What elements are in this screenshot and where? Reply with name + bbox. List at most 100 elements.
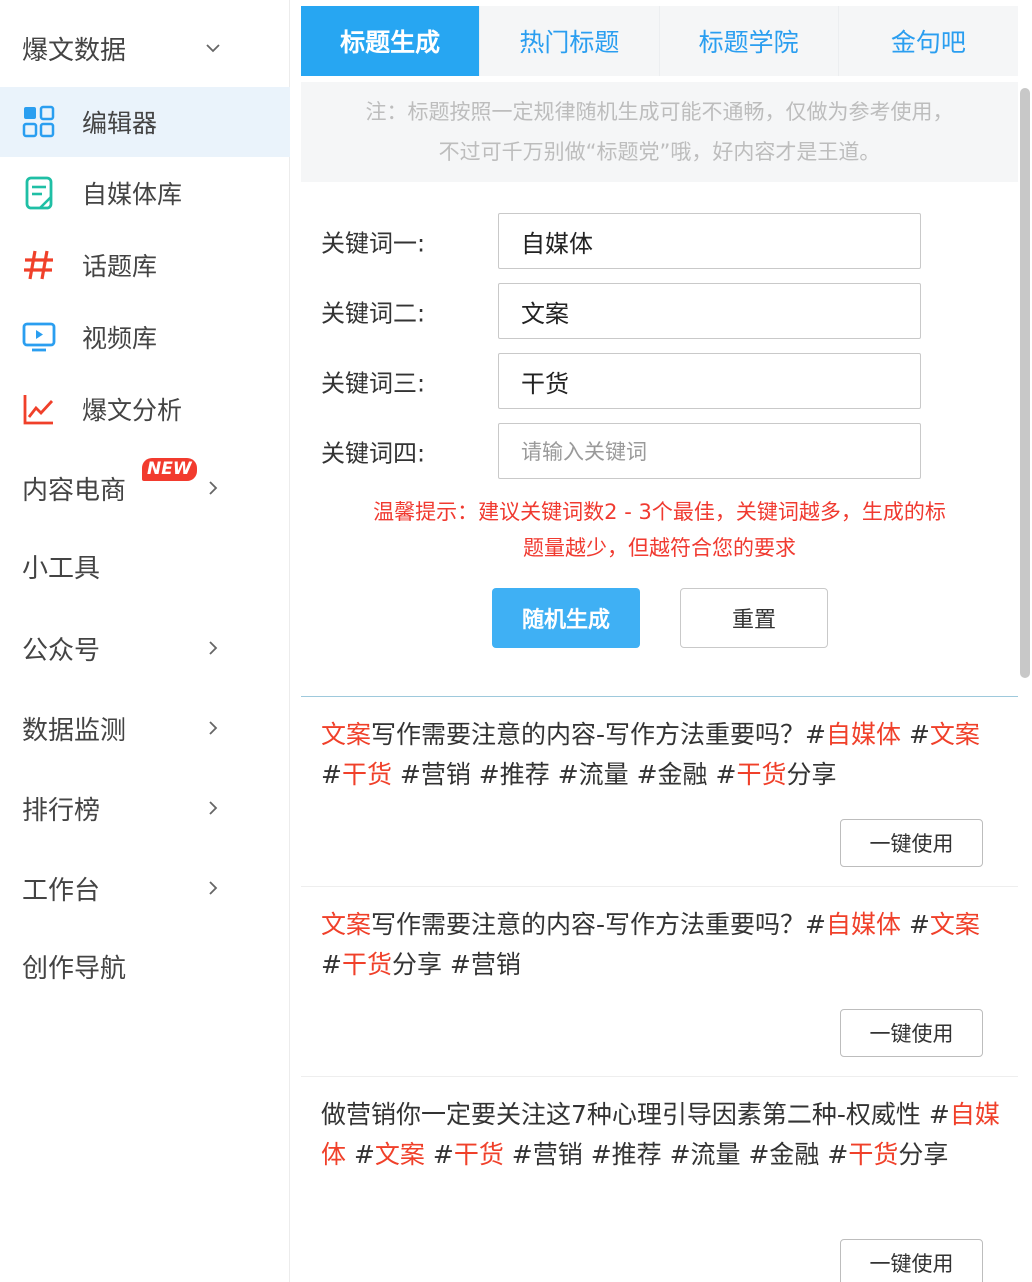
- sidebar-item-label: 爆文数据: [22, 35, 127, 66]
- keyword-input-4[interactable]: [498, 423, 921, 479]
- chevron-right-icon: [209, 721, 218, 735]
- sidebar-item-label: 排行榜: [22, 795, 101, 826]
- usage-note-line: 注：标题按照一定规律随机生成可能不通畅，仅做为参考使用，: [365, 100, 954, 124]
- random-generate-button[interactable]: 随机生成: [492, 588, 640, 648]
- use-title-button[interactable]: 一键使用: [840, 1009, 983, 1057]
- result-text-segment: 分享 #营销: [391, 950, 521, 979]
- sidebar-item-label: 话题库: [82, 252, 158, 281]
- sidebar-group-baowen-data[interactable]: 爆文数据: [0, 16, 290, 80]
- result-text-segment: #: [346, 1140, 375, 1169]
- sidebar-item-article-analysis[interactable]: 爆文分析: [0, 374, 290, 444]
- sidebar: 爆文数据 编辑器 自媒体库 话题库 视频库 爆文分析 内容电商 NEW 小工具 …: [0, 0, 290, 1282]
- keyword-input-3[interactable]: [498, 353, 921, 409]
- chevron-right-icon: [209, 881, 218, 895]
- tab-bar: 标题生成 热门标题 标题学院 金句吧: [301, 6, 1018, 76]
- result-text-segment: 写作需要注意的内容-写作方法重要吗？#: [371, 720, 826, 749]
- keyword-highlight: 干货: [453, 1140, 504, 1169]
- sidebar-item-label: 数据监测: [22, 715, 127, 746]
- keyword-label: 关键词四:: [321, 439, 426, 468]
- keyword-highlight: 文案: [321, 720, 372, 749]
- tab-title-generate[interactable]: 标题生成: [301, 6, 481, 76]
- sidebar-item-label: 创作导航: [22, 953, 127, 984]
- result-text-segment: 分享: [898, 1140, 949, 1169]
- result-text-segment: #: [901, 910, 930, 939]
- result-title: 做营销你一定要关注这7种心理引导因素第二种-权威性 #自媒体 #文案 #干货 #…: [321, 1095, 1001, 1175]
- keyword-highlight: 干货: [736, 760, 787, 789]
- sidebar-group-data-monitor[interactable]: 数据监测: [0, 696, 290, 760]
- sidebar-item-label: 编辑器: [82, 109, 158, 138]
- tab-golden-quotes[interactable]: 金句吧: [839, 6, 1018, 76]
- result-text-segment: 分享: [786, 760, 837, 789]
- grid-icon: [22, 105, 55, 138]
- keyword-row-2: 关键词二:: [321, 283, 921, 339]
- sidebar-group-tools[interactable]: 小工具: [0, 534, 290, 598]
- keyword-highlight: 文案: [929, 720, 980, 749]
- result-text-segment: #营销 #推荐 #流量 #金融 #: [391, 760, 737, 789]
- sidebar-group-creation-nav[interactable]: 创作导航: [0, 934, 290, 998]
- use-title-button[interactable]: 一键使用: [840, 819, 983, 867]
- sidebar-item-media-library[interactable]: 自媒体库: [0, 158, 290, 228]
- sidebar-group-workbench[interactable]: 工作台: [0, 856, 290, 920]
- result-text-segment: 做营销你一定要关注这7种心理引导因素第二种-权威性 #: [321, 1100, 950, 1129]
- sidebar-group-wechat[interactable]: 公众号: [0, 616, 290, 680]
- sidebar-item-label: 工作台: [22, 875, 101, 906]
- sidebar-item-label: 小工具: [22, 553, 101, 584]
- result-item: 文案写作需要注意的内容-写作方法重要吗？#自媒体 #文案 #干货分享 #营销 一…: [301, 887, 1018, 1077]
- sidebar-item-label: 公众号: [22, 635, 101, 666]
- keyword-label: 关键词三:: [321, 369, 426, 398]
- result-text-segment: #: [901, 720, 930, 749]
- result-title: 文案写作需要注意的内容-写作方法重要吗？#自媒体 #文案 #干货分享 #营销: [321, 905, 1001, 985]
- tab-hot-titles[interactable]: 热门标题: [480, 6, 660, 76]
- keyword-label: 关键词二:: [321, 299, 426, 328]
- sidebar-item-label: 内容电商: [22, 475, 127, 506]
- keyword-highlight: 文案: [374, 1140, 425, 1169]
- main-panel: 标题生成 热门标题 标题学院 金句吧 注：标题按照一定规律随机生成可能不通畅，仅…: [301, 6, 1018, 1282]
- document-icon: [25, 176, 53, 210]
- keyword-row-1: 关键词一:: [321, 213, 921, 269]
- scrollbar[interactable]: [1018, 88, 1032, 678]
- line-chart-icon: [23, 395, 54, 425]
- keyword-highlight: 文案: [929, 910, 980, 939]
- sidebar-item-label: 自媒体库: [82, 180, 183, 209]
- sidebar-item-editor[interactable]: 编辑器: [0, 87, 290, 157]
- chevron-right-icon: [209, 481, 218, 495]
- result-text-segment: #: [424, 1140, 454, 1169]
- keyword-tip: 温馨提示：建议关键词数2 - 3个最佳，关键词越多，生成的标 题量越少，但越符合…: [321, 494, 998, 566]
- keyword-tip-line: 题量越少，但越符合您的要求: [523, 536, 796, 560]
- keyword-tip-line: 温馨提示：建议关键词数2 - 3个最佳，关键词越多，生成的标: [373, 500, 946, 524]
- keyword-highlight: 干货: [848, 1140, 899, 1169]
- keyword-highlight: 文案: [321, 910, 372, 939]
- keyword-label: 关键词一:: [321, 229, 426, 258]
- usage-note: 注：标题按照一定规律随机生成可能不通畅，仅做为参考使用， 不过可千万别做“标题党…: [301, 82, 1018, 182]
- sidebar-item-label: 视频库: [82, 324, 158, 353]
- reset-button[interactable]: 重置: [680, 588, 828, 648]
- sidebar-group-ranking[interactable]: 排行榜: [0, 776, 290, 840]
- keyword-highlight: 自媒体: [826, 910, 902, 939]
- chevron-right-icon: [209, 801, 218, 815]
- hashtag-icon: [24, 250, 53, 280]
- keyword-input-1[interactable]: [498, 213, 921, 269]
- keyword-highlight: 干货: [341, 760, 392, 789]
- chevron-right-icon: [209, 641, 218, 655]
- keyword-row-4: 关键词四:: [321, 423, 921, 479]
- keyword-input-2[interactable]: [498, 283, 921, 339]
- chevron-down-icon: [206, 44, 220, 53]
- result-title: 文案写作需要注意的内容-写作方法重要吗？#自媒体 #文案 #干货 #营销 #推荐…: [321, 715, 1001, 795]
- video-icon: [22, 322, 56, 352]
- scrollbar-thumb[interactable]: [1020, 88, 1030, 678]
- result-item: 文案写作需要注意的内容-写作方法重要吗？#自媒体 #文案 #干货 #营销 #推荐…: [301, 697, 1018, 887]
- tab-title-academy[interactable]: 标题学院: [660, 6, 839, 76]
- usage-note-line: 不过可千万别做“标题党”哦，好内容才是王道。: [438, 140, 881, 164]
- sidebar-item-topic-library[interactable]: 话题库: [0, 230, 290, 300]
- keyword-row-3: 关键词三:: [321, 353, 921, 409]
- sidebar-item-video-library[interactable]: 视频库: [0, 302, 290, 372]
- result-item: 做营销你一定要关注这7种心理引导因素第二种-权威性 #自媒体 #文案 #干货 #…: [301, 1077, 1018, 1282]
- new-badge: NEW: [142, 458, 197, 481]
- result-text-segment: #: [321, 760, 342, 789]
- use-title-button[interactable]: 一键使用: [840, 1239, 983, 1282]
- result-text-segment: #: [321, 950, 342, 979]
- sidebar-item-label: 爆文分析: [82, 396, 183, 425]
- result-text-segment: #营销 #推荐 #流量 #金融 #: [503, 1140, 849, 1169]
- result-text-segment: 写作需要注意的内容-写作方法重要吗？#: [371, 910, 826, 939]
- keyword-highlight: 自媒体: [826, 720, 902, 749]
